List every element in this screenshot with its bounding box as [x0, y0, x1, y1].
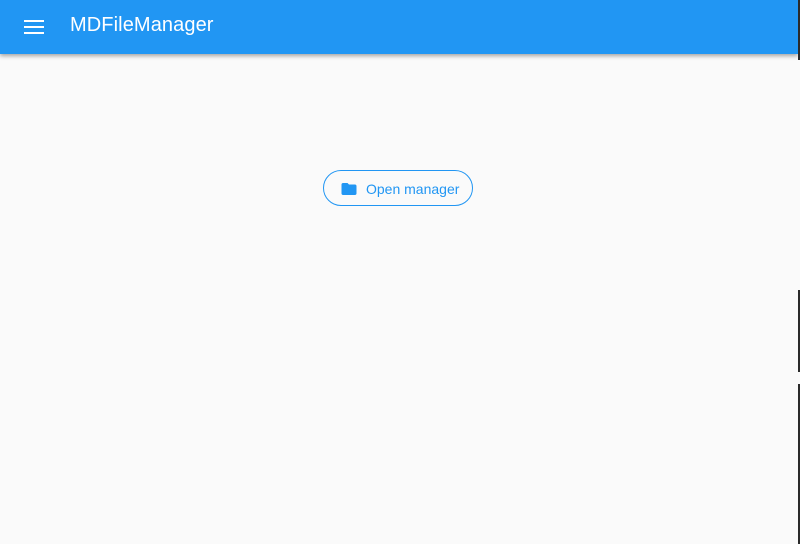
open-manager-label: Open manager — [366, 181, 460, 197]
folder-icon — [341, 183, 357, 195]
menu-button[interactable] — [14, 7, 54, 47]
app-title: MDFileManager — [70, 14, 214, 36]
top-app-bar: MDFileManager — [0, 0, 798, 54]
menu-icon — [24, 20, 44, 34]
app-window: MDFileManager Open manager — [0, 0, 800, 544]
open-manager-button[interactable]: Open manager — [323, 170, 473, 206]
